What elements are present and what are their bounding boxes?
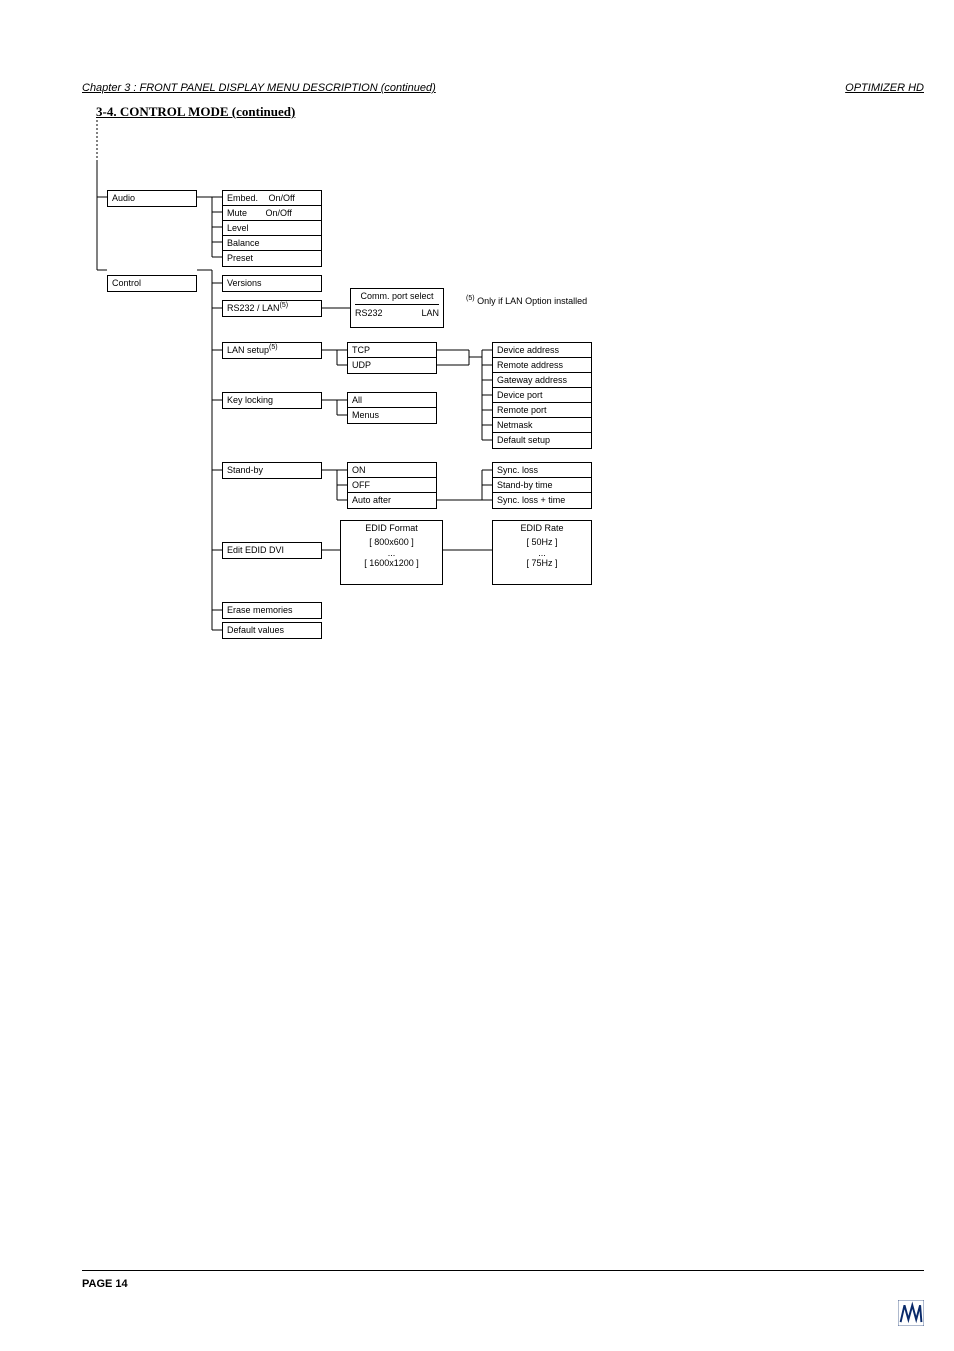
- node-sync-loss-time: Sync. loss + time: [492, 492, 592, 509]
- diagram-lines: [82, 120, 822, 700]
- node-default: Default values: [222, 622, 322, 639]
- node-lansetup: LAN setup(5): [222, 342, 322, 359]
- edid-format-dots: ...: [345, 548, 438, 559]
- edid-format-v1: [ 800x600 ]: [345, 537, 438, 548]
- edid-format-v2: [ 1600x1200 ]: [345, 558, 438, 569]
- node-editedid: Edit EDID DVI: [222, 542, 322, 559]
- sup: (5): [280, 302, 289, 309]
- edid-format-header: EDID Format: [345, 523, 438, 537]
- sup: (5): [269, 344, 278, 351]
- node-menus: Menus: [347, 407, 437, 424]
- edid-rate-dots: ...: [497, 548, 587, 559]
- node-standby: Stand-by: [222, 462, 322, 479]
- node-preset: Preset: [222, 250, 322, 267]
- edid-rate-v1: [ 50Hz ]: [497, 537, 587, 548]
- label: Embed.: [227, 193, 258, 203]
- label: LAN setup: [227, 345, 269, 355]
- value: On/Off: [266, 208, 292, 218]
- header-left: Chapter 3 : FRONT PANEL DISPLAY MENU DES…: [82, 82, 436, 94]
- node-default-setup: Default setup: [492, 432, 592, 449]
- node-commport: Comm. port select RS232 LAN: [350, 288, 444, 328]
- node-rs232lan: RS232 / LAN(5): [222, 300, 322, 317]
- note-lan: (5) Only if LAN Option installed: [462, 294, 642, 309]
- node-edid-rate: EDID Rate [ 50Hz ] ... [ 75Hz ]: [492, 520, 592, 585]
- value: On/Off: [269, 193, 295, 203]
- edid-rate-v2: [ 75Hz ]: [497, 558, 587, 569]
- footer-page: PAGE 14: [82, 1278, 128, 1290]
- note-sup: (5): [466, 295, 475, 302]
- footer-rule: [82, 1270, 924, 1271]
- commport-label: Comm. port select: [355, 291, 439, 305]
- node-keylocking: Key locking: [222, 392, 322, 409]
- node-edid-format: EDID Format [ 800x600 ] ... [ 1600x1200 …: [340, 520, 443, 585]
- node-control: Control: [107, 275, 197, 292]
- node-auto-after: Auto after: [347, 492, 437, 509]
- node-udp: UDP: [347, 357, 437, 374]
- commport-opt2: LAN: [421, 308, 439, 319]
- node-audio: Audio: [107, 190, 197, 207]
- logo-icon: [898, 1300, 924, 1326]
- header-right: OPTIMIZER HD: [845, 82, 924, 94]
- commport-opt1: RS232: [355, 308, 383, 319]
- note-text: Only if LAN Option installed: [477, 296, 587, 306]
- section-title: 3-4. CONTROL MODE (continued): [96, 104, 295, 120]
- node-versions: Versions: [222, 275, 322, 292]
- node-erase: Erase memories: [222, 602, 322, 619]
- menu-diagram: Audio Embed. On/Off Mute On/Off Level Ba…: [82, 120, 822, 700]
- label: RS232 / LAN: [227, 303, 280, 313]
- edid-rate-header: EDID Rate: [497, 523, 587, 537]
- label: Mute: [227, 208, 247, 218]
